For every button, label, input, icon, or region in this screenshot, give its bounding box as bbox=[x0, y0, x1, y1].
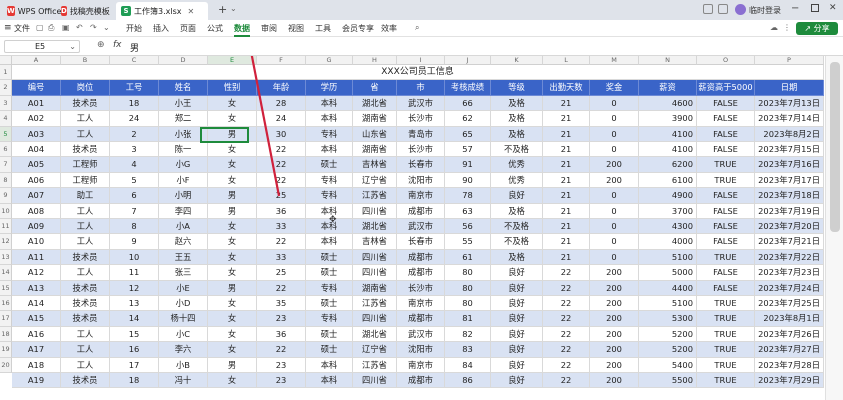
annotation-layer bbox=[250, 56, 281, 197]
quick-access-more-icon[interactable]: ⌄ bbox=[103, 23, 110, 32]
redo-icon[interactable]: ↷ bbox=[90, 23, 97, 32]
new-tab-button[interactable]: + bbox=[218, 3, 227, 16]
share-button[interactable]: ↗ 分享 bbox=[796, 22, 838, 35]
tab-label: 找稿壳模板 bbox=[69, 6, 110, 16]
cell-reference: E5 bbox=[35, 42, 46, 51]
share-label: 分享 bbox=[813, 24, 830, 33]
ribbon-tab-data[interactable]: 数据 bbox=[234, 23, 250, 37]
multi-window-icon[interactable] bbox=[718, 4, 728, 14]
file-menu[interactable]: 文件 bbox=[14, 23, 30, 34]
ribbon-tab-formula[interactable]: 公式 bbox=[207, 23, 223, 34]
formula-bar: E5 ⌄ ⊕ fx 男 bbox=[0, 37, 843, 56]
undo-icon[interactable]: ↶ bbox=[76, 23, 83, 32]
tab-label: WPS Office bbox=[17, 6, 62, 16]
name-box[interactable]: E5 ⌄ bbox=[4, 40, 80, 53]
formula-input[interactable]: 男 bbox=[130, 41, 139, 54]
ribbon-tab-view[interactable]: 视图 bbox=[288, 23, 304, 34]
title-bar: W WPS Office D 找稿壳模板 S 工作簿3.xlsx ✕ + ⌄ 临… bbox=[0, 0, 843, 20]
scrollbar-thumb[interactable] bbox=[830, 62, 840, 232]
share-icon: ↗ bbox=[804, 24, 812, 33]
print-icon[interactable]: ⎙ bbox=[48, 23, 54, 33]
template-icon: D bbox=[61, 6, 67, 16]
fx-icon[interactable]: fx bbox=[113, 40, 122, 50]
cursor-icon: ✥ bbox=[329, 215, 337, 225]
annotation-arrow bbox=[250, 56, 281, 197]
cloud-sync-icon[interactable]: ☁ bbox=[770, 23, 778, 32]
ribbon-tab-insert[interactable]: 插入 bbox=[153, 23, 169, 34]
tab-wps-office[interactable]: W WPS Office bbox=[2, 2, 61, 20]
sheet-icon: S bbox=[121, 6, 131, 16]
ribbon-tab-page[interactable]: 页面 bbox=[180, 23, 196, 34]
login-button[interactable]: 临时登录 bbox=[749, 5, 781, 16]
print-preview-icon[interactable]: ▣ bbox=[62, 23, 70, 32]
window-layout-icon[interactable] bbox=[703, 4, 713, 14]
avatar[interactable] bbox=[735, 4, 746, 15]
wps-logo-icon: W bbox=[7, 6, 15, 16]
menu-icon[interactable]: ≡ bbox=[4, 23, 12, 33]
tab-template[interactable]: D 找稿壳模板 bbox=[56, 2, 114, 20]
ribbon-tab-home[interactable]: 开始 bbox=[126, 23, 142, 34]
ribbon-tab-efficiency[interactable]: 效率 bbox=[381, 23, 397, 34]
ribbon: ≡ 文件 ▢ ⎙ ▣ ↶ ↷ ⌄ 开始 插入 页面 公式 数据 审阅 视图 工具… bbox=[0, 20, 843, 37]
ribbon-tab-tools[interactable]: 工具 bbox=[315, 23, 331, 34]
close-window-icon[interactable]: ✕ bbox=[829, 3, 837, 13]
tab-workbook[interactable]: S 工作簿3.xlsx ✕ bbox=[116, 2, 208, 20]
spreadsheet-grid[interactable]: ABCDEFGHIJKLMNOP 1 2 3 4 5 6 7 8 9 10 11 12 13 14 15 16… bbox=[0, 56, 825, 400]
save-icon[interactable]: ▢ bbox=[36, 23, 44, 32]
more-icon[interactable]: ⋮ bbox=[783, 23, 791, 32]
vertical-scrollbar[interactable] bbox=[825, 56, 843, 400]
close-tab-icon[interactable]: ✕ bbox=[188, 7, 195, 16]
search-icon[interactable]: ⌕ bbox=[415, 23, 419, 33]
tab-list-icon[interactable]: ⌄ bbox=[230, 4, 237, 13]
ribbon-tab-member[interactable]: 会员专享 bbox=[342, 23, 374, 34]
tab-label: 工作簿3.xlsx bbox=[134, 6, 182, 16]
zoom-icon[interactable]: ⊕ bbox=[97, 40, 105, 50]
ribbon-tab-review[interactable]: 审阅 bbox=[261, 23, 277, 34]
minimize-icon[interactable]: − bbox=[791, 3, 799, 14]
chevron-down-icon[interactable]: ⌄ bbox=[69, 41, 76, 53]
maximize-icon[interactable] bbox=[811, 4, 819, 12]
